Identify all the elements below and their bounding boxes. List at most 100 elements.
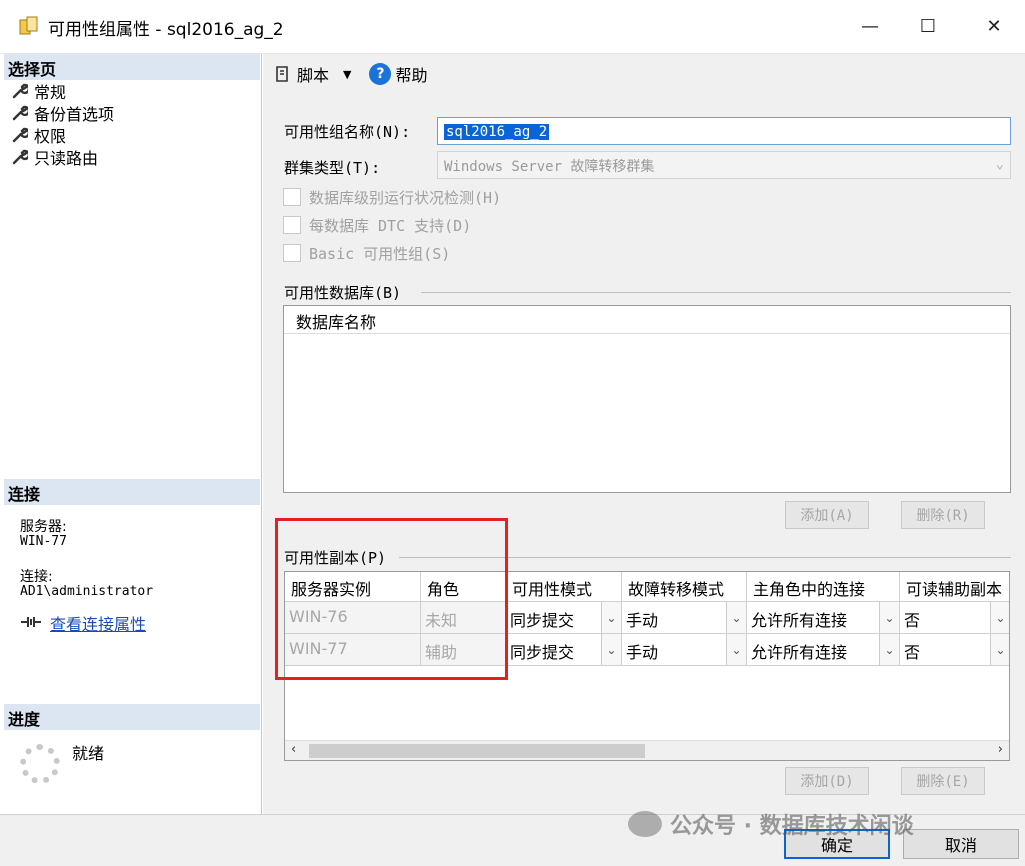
connection-properties-icon (21, 617, 41, 627)
wrench-icon (12, 105, 28, 121)
add-replica-button: 添加(D) (785, 767, 869, 795)
page-backup-preferences[interactable]: 备份首选项 (12, 102, 114, 124)
db-health-label: 数据库级别运行状况检测(H) (309, 189, 502, 207)
select-value: 手动 (626, 611, 659, 630)
table-cell-role: 未知 (421, 602, 506, 634)
add-database-button: 添加(A) (785, 501, 869, 529)
connection-label: 连接: (20, 569, 53, 585)
server-value: WIN-77 (20, 534, 67, 549)
server-label: 服务器: (20, 519, 67, 535)
chevron-down-icon[interactable]: ⌄ (726, 602, 746, 633)
select-value: 否 (904, 611, 921, 630)
script-label: 脚本 (297, 66, 330, 85)
chevron-down-icon[interactable]: ⌄ (879, 602, 899, 633)
chevron-down-icon[interactable]: ⌄ (990, 602, 1009, 633)
cancel-button[interactable]: 取消 (903, 829, 1019, 859)
select-value: 否 (904, 643, 921, 662)
select-value: 允许所有连接 (751, 611, 848, 630)
readable-secondary-select[interactable]: 否 ⌄ (900, 602, 1009, 634)
col-server-instance[interactable]: 服务器实例 (285, 572, 421, 602)
basic-ag-checkbox (283, 244, 301, 262)
wrench-icon (12, 83, 28, 99)
ag-name-value: sql2016_ag_2 (444, 124, 550, 140)
connection-header: 连接 (4, 479, 260, 505)
chevron-down-icon: ⌄ (995, 156, 1004, 172)
page-readonly-routing[interactable]: 只读路由 (12, 146, 98, 168)
right-pane: 脚本 ▼ ? 帮助 可用性组名称(N): sql2016_ag_2 群集类型(T… (263, 54, 1025, 814)
page-label: 只读路由 (34, 149, 99, 168)
col-primary-connections[interactable]: 主角色中的连接 (747, 572, 900, 602)
chevron-down-icon[interactable]: ⌄ (990, 634, 1009, 665)
scroll-right-icon[interactable]: › (998, 742, 1003, 757)
dtc-label: 每数据库 DTC 支持(D) (309, 217, 472, 235)
progress-header: 进度 (4, 704, 260, 730)
progress-status: 就绪 (72, 744, 105, 763)
cluster-type-label: 群集类型(T): (284, 159, 381, 177)
ag-databases-label: 可用性数据库(B) (284, 284, 402, 302)
chevron-down-icon[interactable]: ⌄ (726, 634, 746, 665)
table-cell-server: WIN-77 (285, 634, 421, 666)
db-health-checkbox (283, 188, 301, 206)
page-label: 备份首选项 (34, 105, 115, 124)
page-label: 权限 (34, 127, 67, 146)
remove-database-button: 删除(R) (901, 501, 985, 529)
col-role[interactable]: 角色 (421, 572, 506, 602)
wechat-icon (628, 811, 662, 837)
cluster-type-select: Windows Server 故障转移群集 ⌄ (437, 151, 1011, 179)
db-name-column-header[interactable]: 数据库名称 (284, 306, 1010, 334)
availability-mode-select[interactable]: 同步提交 ⌄ (506, 602, 622, 634)
horizontal-scrollbar[interactable]: ‹ › (285, 740, 1009, 760)
minimize-button[interactable]: — (852, 10, 888, 42)
page-label: 常规 (34, 83, 67, 102)
chevron-down-icon[interactable]: ⌄ (879, 634, 899, 665)
script-button[interactable]: 脚本 (273, 62, 329, 86)
chevron-down-icon[interactable]: ⌄ (601, 602, 621, 633)
basic-ag-label: Basic 可用性组(S) (309, 245, 451, 263)
page-permissions[interactable]: 权限 (12, 124, 66, 146)
primary-connections-select[interactable]: 允许所有连接 ⌄ (747, 634, 900, 666)
scrollbar-thumb[interactable] (309, 744, 645, 758)
scroll-left-icon[interactable]: ‹ (291, 742, 296, 757)
ag-name-label: 可用性组名称(N): (284, 123, 411, 141)
toolbar: 脚本 ▼ ? 帮助 (273, 62, 428, 86)
wrench-icon (12, 127, 28, 143)
dtc-checkbox (283, 216, 301, 234)
help-label: 帮助 (395, 66, 428, 85)
col-failover-mode[interactable]: 故障转移模式 (622, 572, 747, 602)
view-connection-properties-link[interactable]: 查看连接属性 (50, 611, 146, 635)
script-icon (276, 66, 288, 82)
help-button[interactable]: ? 帮助 (369, 62, 428, 86)
select-value: 同步提交 (510, 643, 575, 662)
script-dropdown-arrow[interactable]: ▼ (343, 68, 351, 81)
table-cell-role: 辅助 (421, 634, 506, 666)
col-availability-mode[interactable]: 可用性模式 (506, 572, 622, 602)
primary-connections-select[interactable]: 允许所有连接 ⌄ (747, 602, 900, 634)
watermark-text: 公众号 · 数据库技术闲谈 (670, 814, 914, 839)
replicas-grid[interactable]: 服务器实例 角色 可用性模式 故障转移模式 主角色中的连接 可读辅助副本 WIN… (284, 571, 1010, 761)
ag-replicas-label: 可用性副本(P) (284, 549, 387, 567)
group-divider (421, 292, 1011, 293)
maximize-button[interactable]: ☐ (910, 10, 946, 42)
select-value: 手动 (626, 643, 659, 662)
watermark: 公众号 · 数据库技术闲谈 (628, 808, 914, 840)
cluster-type-value: Windows Server 故障转移群集 (444, 159, 655, 175)
col-readable-secondary[interactable]: 可读辅助副本 (900, 572, 1009, 602)
window-title: 可用性组属性 - sql2016_ag_2 (48, 20, 284, 40)
progress-spinner-icon (20, 744, 60, 784)
group-divider (399, 557, 1011, 558)
availability-mode-select[interactable]: 同步提交 ⌄ (506, 634, 622, 666)
page-general[interactable]: 常规 (12, 80, 66, 102)
readable-secondary-select[interactable]: 否 ⌄ (900, 634, 1009, 666)
title-bar: 可用性组属性 - sql2016_ag_2 — ☐ ✕ (0, 0, 1025, 54)
connection-value: AD1\administrator (20, 584, 154, 599)
failover-mode-select[interactable]: 手动 ⌄ (622, 602, 747, 634)
remove-replica-button: 删除(E) (901, 767, 985, 795)
wrench-icon (12, 149, 28, 165)
app-icon (19, 16, 38, 35)
failover-mode-select[interactable]: 手动 ⌄ (622, 634, 747, 666)
ag-name-input[interactable]: sql2016_ag_2 (437, 117, 1011, 145)
select-value: 允许所有连接 (751, 643, 848, 662)
chevron-down-icon[interactable]: ⌄ (601, 634, 621, 665)
left-pane: 选择页 常规 备份首选项 权限 只读路由 连接 服务器: WIN-77 连接: … (0, 54, 262, 814)
close-button[interactable]: ✕ (976, 10, 1012, 42)
